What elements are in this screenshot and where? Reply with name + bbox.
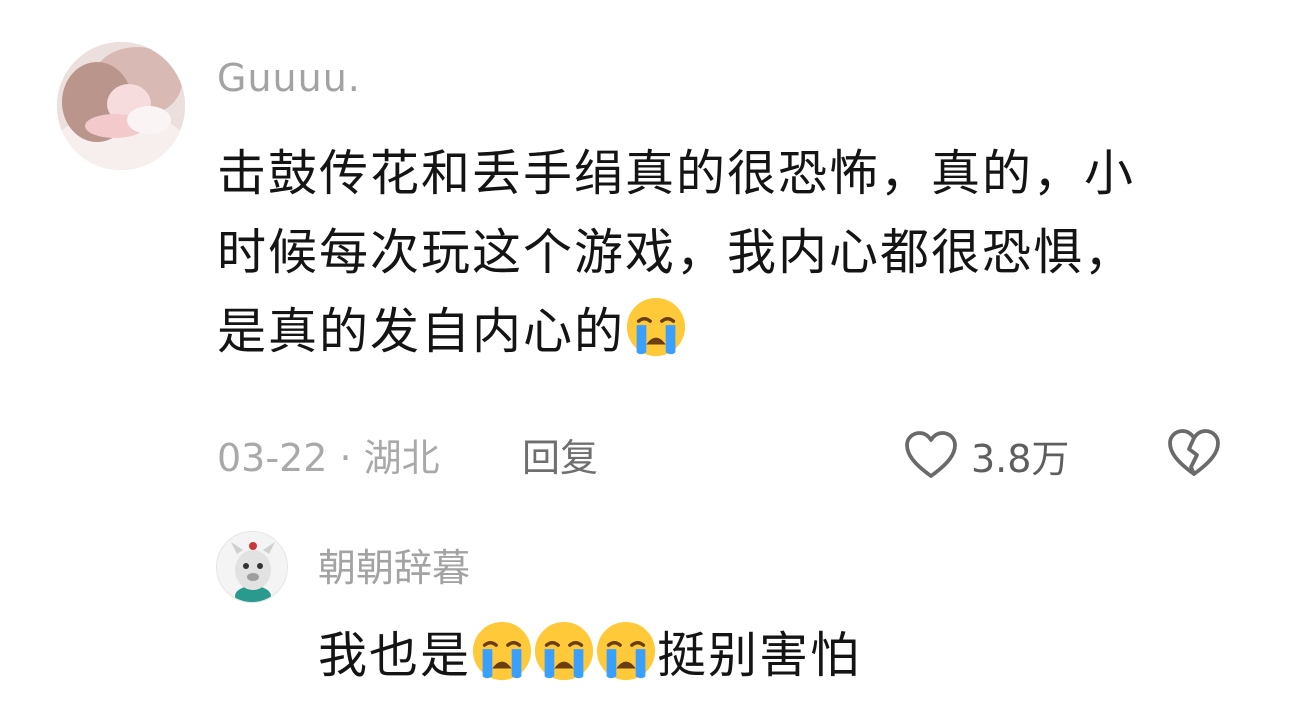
like-count: 3.8万 <box>971 436 1070 481</box>
avatar[interactable] <box>57 42 185 170</box>
loudly-crying-face-icon <box>471 620 533 682</box>
reply-avatar[interactable] <box>216 531 288 603</box>
reply-text: 我也是 挺别害怕 <box>318 620 861 692</box>
loudly-crying-face-icon <box>595 620 657 682</box>
comment-username[interactable]: Guuuu. <box>217 55 361 101</box>
comment-date-location: 03-22 · 湖北 <box>217 436 440 480</box>
loudly-crying-face-icon <box>625 296 687 358</box>
comment-text-line: 击鼓传花和丢手绢真的很恐怖，真的，小 <box>217 145 1136 202</box>
comment-text-line-content: 是真的发自内心的 <box>217 303 626 360</box>
reply-username[interactable]: 朝朝辞暮 <box>318 545 470 591</box>
broken-heart-icon <box>1168 429 1220 476</box>
like-button[interactable]: 3.8万 <box>903 425 1069 485</box>
reply-button[interactable]: 回复 <box>522 430 598 486</box>
comment-text: 击鼓传花和丢手绢真的很恐怖，真的，小 时候每次玩这个游戏，我内心都很恐惧， 是真… <box>217 134 1207 371</box>
loudly-crying-face-icon <box>533 620 595 682</box>
dislike-button[interactable] <box>1166 427 1222 479</box>
comment-text-line: 是真的发自内心的 <box>217 292 1207 371</box>
reply-text-before: 我也是 <box>318 627 472 684</box>
reply-text-after: 挺别害怕 <box>657 627 862 684</box>
comment-text-line: 时候每次玩这个游戏，我内心都很恐惧， <box>217 224 1136 281</box>
heart-outline-icon <box>905 431 957 478</box>
comment: Guuuu. 击鼓传花和丢手绢真的很恐怖，真的，小 时候每次玩这个游戏，我内心都… <box>0 0 1290 500</box>
